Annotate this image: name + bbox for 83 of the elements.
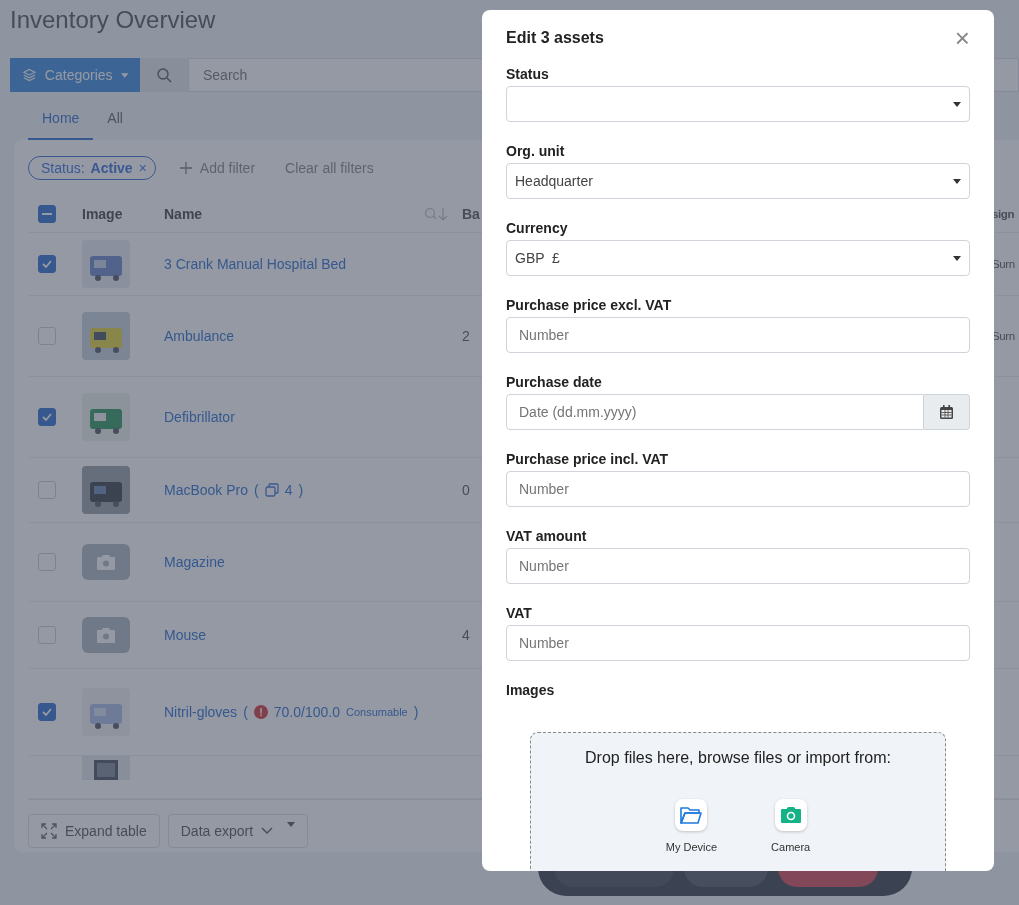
field-label: Currency (506, 220, 569, 236)
row-checkbox[interactable] (38, 408, 56, 426)
search-sort-icon[interactable] (424, 207, 448, 221)
table-cell: 4 (462, 627, 470, 643)
row-checkbox[interactable] (38, 255, 56, 273)
asset-link[interactable]: 3 Crank Manual Hospital Bed (164, 256, 347, 272)
remove-icon[interactable]: × (138, 160, 147, 176)
layers-icon (22, 67, 37, 83)
asset-link[interactable]: Magazine (164, 554, 225, 570)
select-field[interactable]: GBP £ (506, 240, 970, 276)
search-button[interactable] (140, 58, 188, 92)
search-icon (156, 67, 172, 83)
asset-link[interactable]: Ambulance (164, 328, 235, 344)
input-field[interactable]: Number (506, 548, 970, 584)
folder-icon (680, 806, 703, 824)
paren: ( (243, 704, 248, 720)
select-all-checkbox[interactable] (38, 205, 56, 223)
caret-icon (953, 178, 961, 184)
asset-link[interactable]: Mouse (164, 627, 207, 643)
field-label: VAT amount (506, 528, 588, 544)
field-label: Purchase price excl. VAT (506, 297, 673, 313)
select-field[interactable]: Headquarter (506, 163, 970, 199)
table-cell: 2 (462, 328, 470, 344)
select-value: GBP £ (515, 250, 560, 266)
dropzone-text: Drop files here, browse files or import from: (585, 749, 891, 767)
camera-icon (780, 807, 801, 823)
warning-icon (253, 705, 268, 719)
paren: ) (413, 704, 419, 720)
calendar-icon (940, 405, 953, 419)
caret-icon (953, 101, 961, 107)
calendar-button[interactable] (924, 394, 970, 430)
source-label: My Device (665, 841, 718, 853)
field-label: VAT (506, 605, 533, 621)
close-button[interactable]: × (954, 25, 970, 51)
paren: ) (298, 482, 304, 498)
asset-type: Consumable (345, 706, 408, 718)
input-field[interactable]: Number (506, 471, 970, 507)
asset-link[interactable]: Nitril-gloves (164, 704, 238, 720)
chip-label: Status: (41, 160, 85, 176)
chip-value: Active (90, 160, 133, 176)
field-label: Purchase date (506, 374, 603, 390)
dash-icon (42, 213, 52, 215)
source-button[interactable] (675, 799, 708, 831)
caret-icon (953, 255, 961, 261)
asset-link[interactable]: Defibrillator (164, 409, 235, 425)
dropzone[interactable]: Drop files here, browse files or import from: My Device Camera (530, 732, 946, 871)
categories-button[interactable]: Categories (10, 58, 140, 92)
input-field[interactable]: Number (506, 625, 970, 661)
dialog-title: Edit 3 assets (506, 29, 604, 47)
paren: ( (254, 482, 259, 498)
expand-table-button[interactable]: Expand table (28, 814, 160, 848)
field-label: Org. unit (506, 143, 566, 159)
select-field[interactable] (506, 86, 970, 122)
copies-count: 4 (284, 482, 293, 498)
row-checkbox[interactable] (38, 703, 56, 721)
table-cell: 0 (462, 482, 470, 498)
field-label: Status (506, 66, 550, 82)
date-field[interactable]: Date (dd.mm.yyyy) (506, 394, 924, 430)
copy-icon (264, 483, 279, 497)
source-button[interactable] (774, 799, 807, 831)
field-label: Purchase price incl. VAT (506, 451, 670, 467)
caret-icon (287, 822, 296, 827)
asset-link[interactable]: MacBook Pro (164, 482, 249, 498)
check-icon (42, 260, 52, 268)
page-title: Inventory Overview (10, 6, 216, 35)
column-header: Image (82, 206, 123, 222)
camera-icon (97, 554, 115, 570)
check-icon (42, 708, 52, 716)
expand-icon (41, 823, 57, 839)
column-header: Ba (462, 206, 480, 222)
select-value: Headquarter (515, 173, 593, 189)
source-label: Camera (771, 841, 811, 853)
input-field[interactable]: Number (506, 317, 970, 353)
check-icon (42, 413, 52, 421)
caret-icon (120, 72, 128, 78)
tab[interactable]: All (93, 102, 137, 140)
field-label: Images (506, 682, 556, 698)
plus-icon (179, 162, 192, 174)
camera-icon (97, 627, 115, 643)
data-export-button[interactable]: Data export (167, 814, 309, 848)
column-header: Name (164, 206, 203, 222)
stock-amount: 70.0/100.0 (273, 704, 340, 720)
chevron-icon (261, 827, 274, 835)
